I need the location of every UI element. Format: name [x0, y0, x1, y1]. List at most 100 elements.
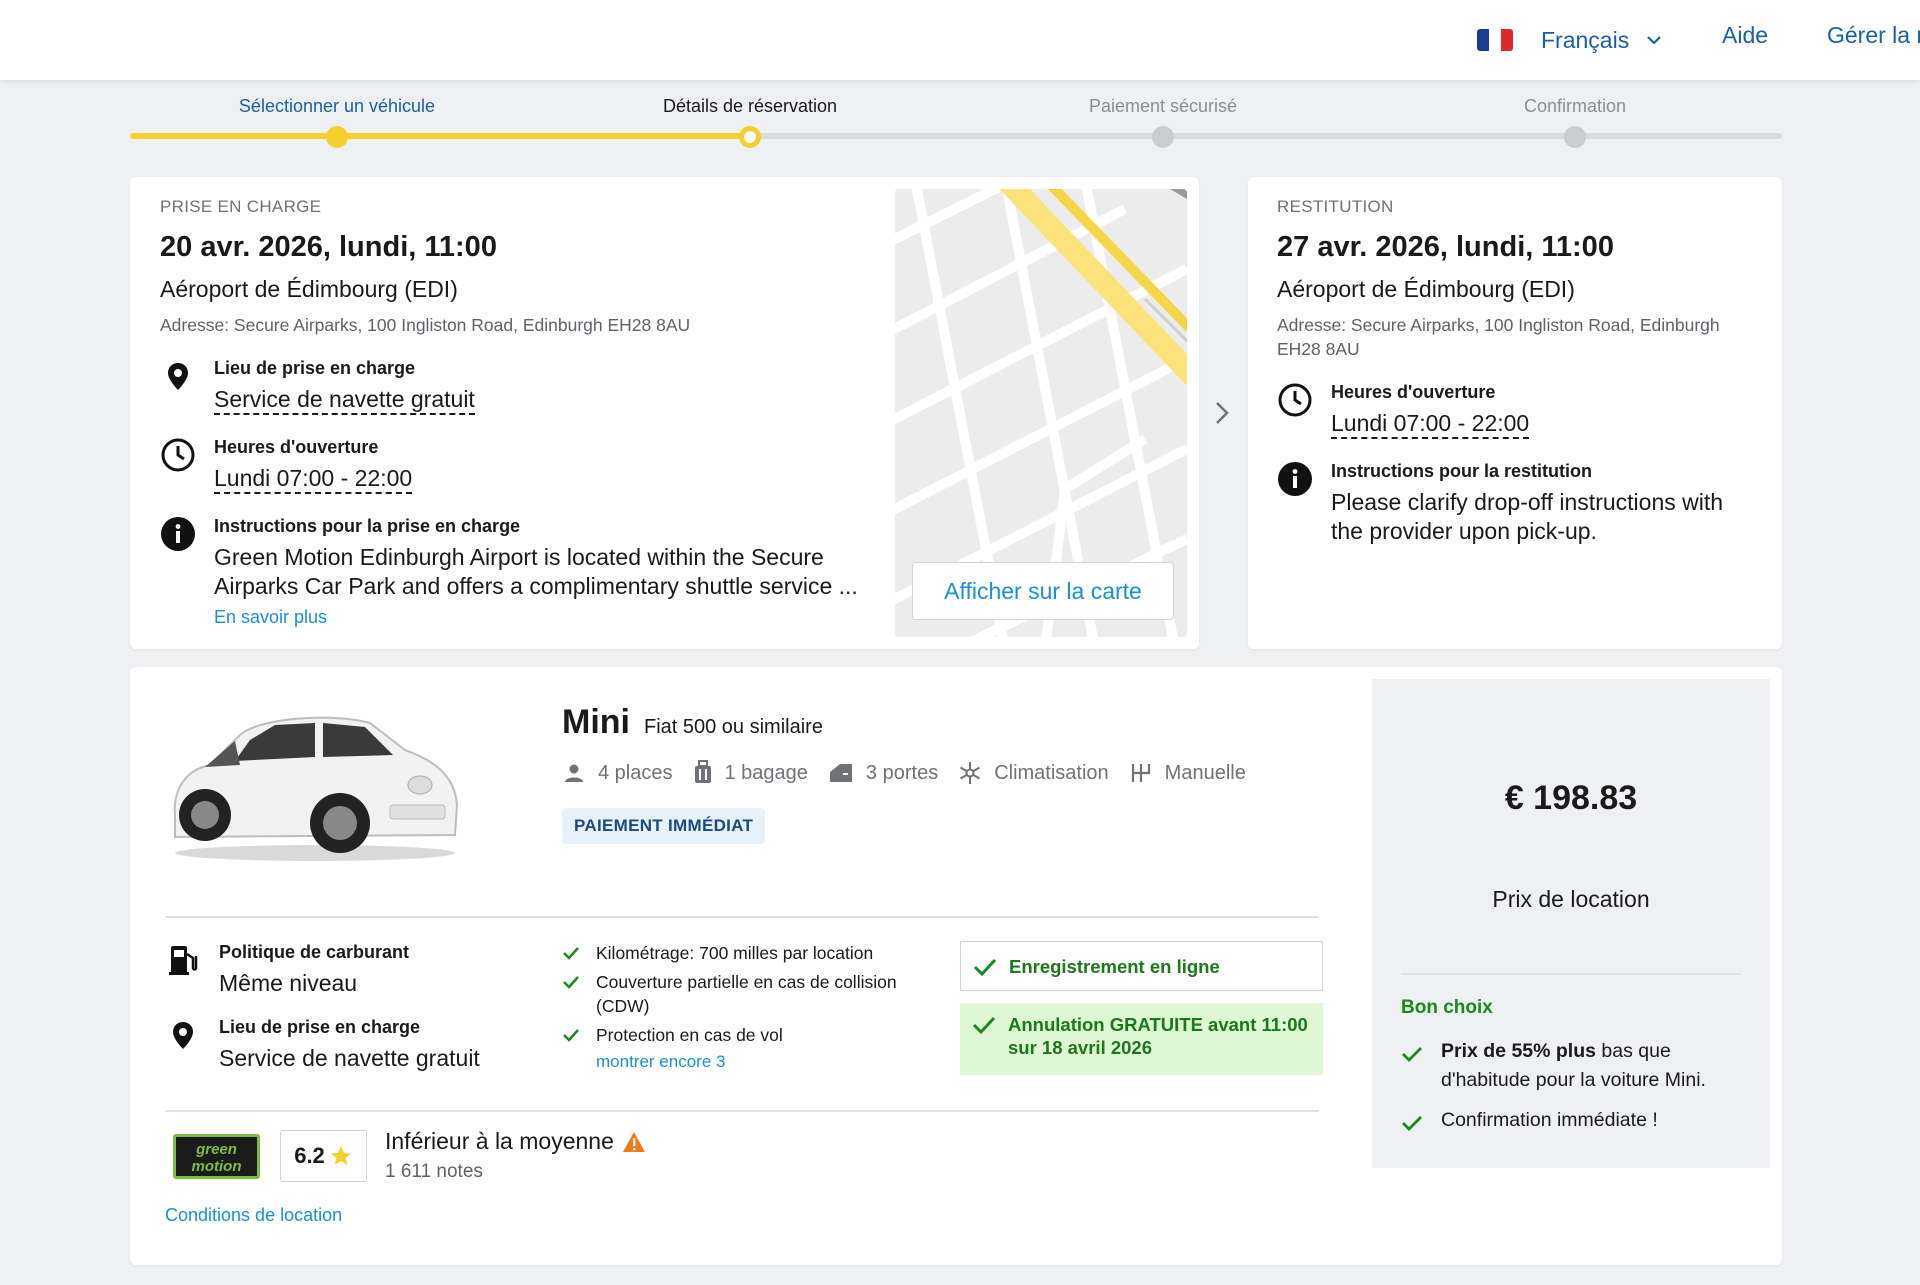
pickup-hours-value[interactable]: Lundi 07:00 - 22:00: [214, 465, 413, 494]
star-icon: [330, 1146, 351, 1165]
checkmark-icon: [563, 1029, 579, 1042]
price-label: Prix de location: [1492, 886, 1650, 912]
rating-label-row: Inférieur à la moyenne: [385, 1128, 646, 1155]
feature-bags: 1 bagage: [693, 760, 808, 786]
good-choice-title: Bon choix: [1401, 997, 1493, 1018]
fuel-policy-row: Politique de carburant Même niveau: [165, 942, 409, 998]
online-checkin-box: Enregistrement en ligne: [960, 941, 1323, 991]
clock-icon: [161, 438, 195, 472]
dropoff-instructions-title: Instructions pour la restitution: [1331, 461, 1593, 481]
pickup-overline: PRISE EN CHARGE: [160, 197, 322, 216]
good-choice-item: Prix de 55% plus bas que d'habitude pour…: [1401, 1037, 1761, 1095]
car-divider: [165, 916, 1319, 918]
show-on-map-button[interactable]: Afficher sur la carte: [912, 562, 1174, 620]
dropoff-date: 27 avr. 2026, lundi, 11:00: [1277, 231, 1614, 263]
chevron-down-icon: [1647, 36, 1661, 45]
good-choice-item: Confirmation immédiate !: [1401, 1106, 1761, 1135]
pickup-place-value[interactable]: Service de navette gratuit: [214, 386, 475, 415]
car-category: Mini: [562, 703, 630, 741]
pickup-hours-title: Heures d'ouverture: [214, 437, 379, 457]
dropoff-hours-title: Heures d'ouverture: [1331, 382, 1496, 402]
rating-divider: [165, 1110, 1319, 1112]
car-door-icon: [829, 764, 852, 782]
person-icon: [565, 764, 583, 782]
inclusion-item: Couverture partielle en cas de collision…: [562, 970, 922, 1018]
language-selector[interactable]: Français: [1477, 20, 1663, 60]
location-pin-icon: [173, 1022, 193, 1049]
dropoff-hours-value[interactable]: Lundi 07:00 - 22:00: [1331, 410, 1530, 439]
car-model: Fiat 500 ou similaire: [643, 716, 823, 738]
fuel-pump-icon: [169, 946, 198, 975]
pickup-instructions-title: Instructions pour la prise en charge: [214, 516, 521, 536]
gearshift-icon: [1131, 764, 1150, 782]
rating-score-box: 6.2: [280, 1130, 367, 1182]
snowflake-icon: [960, 762, 981, 784]
car-pickup-place-title: Lieu de prise en charge: [219, 1017, 421, 1037]
pickup-location: Aéroport de Édimbourg (EDI): [160, 276, 458, 302]
car-heading: Mini Fiat 500 ou similaire: [562, 703, 823, 742]
step-dot-current: [739, 126, 761, 148]
price-divider: [1401, 973, 1741, 975]
feature-transmission: Manuelle: [1129, 760, 1246, 786]
checkmark-icon: [973, 958, 997, 977]
clock-icon: [1278, 383, 1312, 417]
inclusion-item: Kilométrage: 700 milles par location: [562, 941, 922, 965]
car-pickup-place-value: Service de navette gratuit: [219, 1045, 480, 1071]
show-more-link[interactable]: montrer encore 3: [596, 1052, 922, 1072]
inclusion-item: Protection en cas de vol: [562, 1023, 922, 1047]
free-cancellation-box: Annulation GRATUITE avant 11:00 sur 18 a…: [960, 1003, 1323, 1075]
price-amount: € 198.83: [1504, 779, 1638, 817]
stepper-progress: [130, 133, 750, 139]
dropoff-card: RESTITUTION 27 avr. 2026, lundi, 11:00 A…: [1248, 177, 1782, 649]
step-dot-upcoming: [1564, 126, 1586, 148]
checkmark-icon: [563, 976, 579, 989]
car-features: 4 places 1 bagage 3 portes Climatisation…: [562, 760, 1266, 786]
help-link[interactable]: Aide: [1722, 22, 1768, 49]
checkmark-icon: [1402, 1116, 1422, 1131]
info-icon: [1278, 462, 1312, 496]
feature-doors: 3 portes: [828, 760, 938, 786]
step-booking-details: Détails de réservation: [662, 96, 838, 116]
chevron-right-icon[interactable]: [1210, 397, 1234, 429]
dropoff-location: Aéroport de Édimbourg (EDI): [1277, 276, 1575, 302]
pickup-place-row: Lieu de prise en charge Service de navet…: [160, 358, 475, 415]
checkmark-icon: [972, 1016, 996, 1035]
luggage-icon: [694, 760, 711, 783]
supplier-logo: green motion: [173, 1134, 260, 1179]
fuel-policy-value: Même niveau: [219, 970, 358, 996]
warning-icon: [622, 1131, 645, 1152]
pickup-instructions-line1: Green Motion Edinburgh Airport is locate…: [214, 544, 824, 570]
dropoff-instructions-line2: the provider upon pick-up.: [1331, 518, 1597, 544]
dropoff-instructions-line1: Please clarify drop-off instructions wit…: [1331, 489, 1724, 515]
top-header: Français Aide Gérer la r: [0, 0, 1920, 80]
rating-label: Inférieur à la moyenne: [385, 1128, 614, 1154]
booking-stepper: Sélectionner un véhicule Détails de rése…: [130, 96, 1782, 156]
dropoff-instructions-row: Instructions pour la restitution Please …: [1277, 461, 1723, 546]
pickup-place-title: Lieu de prise en charge: [214, 358, 416, 378]
dropoff-address: Adresse: Secure Airparks, 100 Ingliston …: [1277, 315, 1720, 359]
rating-score: 6.2: [294, 1143, 325, 1168]
dropoff-overline: RESTITUTION: [1277, 197, 1394, 216]
price-panel: € 198.83 Prix de location Bon choix Prix…: [1372, 679, 1770, 1168]
feature-ac: Climatisation: [958, 760, 1109, 786]
pickup-instructions-row: Instructions pour la prise en charge Gre…: [160, 516, 858, 628]
step-confirmation: Confirmation: [1523, 96, 1627, 116]
car-image: [173, 716, 459, 861]
learn-more-link[interactable]: En savoir plus: [214, 607, 858, 628]
payment-badge: PAIEMENT IMMÉDIAT: [562, 808, 766, 844]
info-icon: [161, 517, 195, 551]
pickup-address: Adresse: Secure Airparks, 100 Ingliston …: [160, 315, 691, 335]
step-select-vehicle[interactable]: Sélectionner un véhicule: [239, 96, 435, 117]
pickup-date: 20 avr. 2026, lundi, 11:00: [160, 231, 497, 263]
pickup-hours-row: Heures d'ouverture Lundi 07:00 - 22:00: [160, 437, 413, 494]
language-label: Français: [1541, 26, 1630, 53]
rating-count: 1 611 notes: [385, 1161, 483, 1182]
step-dot-upcoming: [1152, 126, 1174, 148]
step-secure-payment: Paiement sécurisé: [1088, 96, 1238, 116]
dropoff-hours-row: Heures d'ouverture Lundi 07:00 - 22:00: [1277, 382, 1530, 439]
feature-seats: 4 places: [562, 760, 673, 786]
step-dot-done: [326, 126, 348, 148]
checkmark-icon: [563, 947, 579, 960]
rental-conditions-link[interactable]: Conditions de location: [165, 1205, 342, 1226]
manage-booking-link[interactable]: Gérer la r: [1827, 22, 1920, 49]
